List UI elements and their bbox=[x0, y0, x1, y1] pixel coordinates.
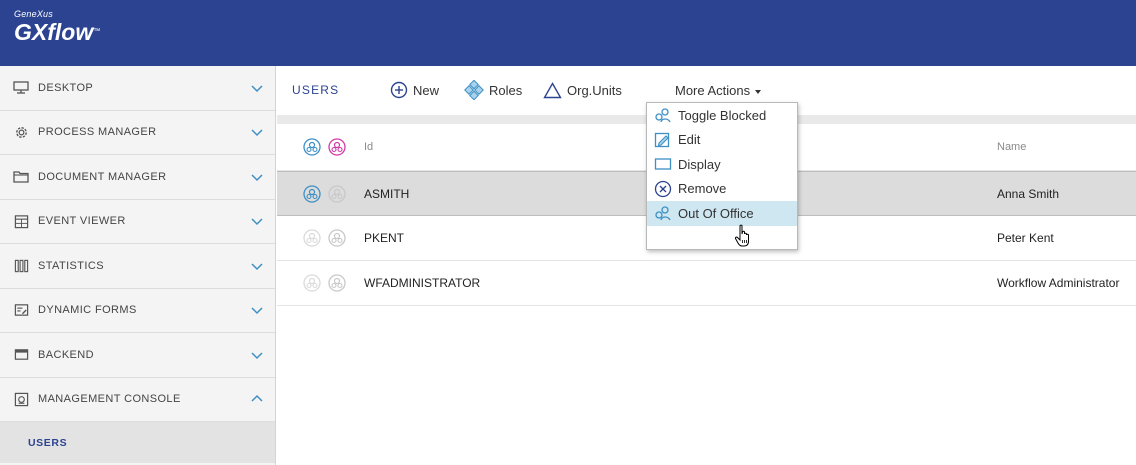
sidebar-item-label: DYNAMIC FORMS bbox=[38, 304, 137, 317]
chevron-down-icon[interactable] bbox=[250, 81, 264, 95]
roles-button-label: Roles bbox=[489, 82, 523, 98]
sidebar-item-management-console[interactable]: MANAGEMENT CONSOLE bbox=[0, 378, 275, 422]
user-blocked-icon bbox=[328, 274, 346, 292]
sidebar-item-label: MANAGEMENT CONSOLE bbox=[38, 393, 181, 406]
user-status-icon[interactable] bbox=[303, 138, 321, 156]
users-icon bbox=[655, 206, 671, 221]
menu-item-edit[interactable]: Edit bbox=[647, 128, 797, 153]
menu-item-toggle-blocked[interactable]: Toggle Blocked bbox=[647, 103, 797, 128]
menu-item-label: Display bbox=[678, 156, 721, 172]
logo-brand-top: GeneXus bbox=[14, 9, 53, 19]
chevron-down-icon[interactable] bbox=[250, 259, 264, 273]
chevron-down-icon[interactable] bbox=[250, 125, 264, 139]
more-actions-dropdown[interactable]: More Actions bbox=[675, 83, 762, 98]
gxflow-logo[interactable]: GeneXus GXflow™ bbox=[14, 9, 100, 45]
new-button[interactable]: New bbox=[390, 78, 439, 102]
sidebar-item-statistics[interactable]: STATISTICS bbox=[0, 244, 275, 289]
cell-id: WFADMINISTRATOR bbox=[364, 276, 481, 290]
cell-id: ASMITH bbox=[364, 186, 410, 201]
sidebar-item-event-viewer[interactable]: EVENT VIEWER bbox=[0, 200, 275, 244]
edit-icon bbox=[654, 132, 670, 147]
folder-icon bbox=[12, 169, 30, 185]
sidebar-subitem-users[interactable]: USERS bbox=[0, 422, 275, 463]
bar-chart-icon bbox=[12, 258, 30, 274]
sidebar-item-label: DOCUMENT MANAGER bbox=[38, 170, 167, 183]
chevron-down-icon[interactable] bbox=[250, 214, 264, 228]
menu-item-label: Edit bbox=[678, 132, 701, 148]
sidebar-item-label: BACKEND bbox=[38, 348, 94, 361]
sidebar-item-desktop[interactable]: DESKTOP bbox=[0, 66, 275, 111]
display-icon bbox=[654, 158, 672, 170]
triangle-icon bbox=[543, 81, 562, 98]
sidebar-item-document-manager[interactable]: DOCUMENT MANAGER bbox=[0, 155, 275, 200]
column-header-name[interactable]: Name bbox=[997, 141, 1026, 153]
roles-button[interactable]: Roles bbox=[464, 78, 522, 102]
remove-icon bbox=[654, 180, 672, 197]
user-blocked-icon bbox=[328, 229, 346, 247]
menu-item-label: Remove bbox=[678, 181, 727, 197]
cell-name: Peter Kent bbox=[997, 231, 1054, 245]
chevron-down-icon[interactable] bbox=[250, 170, 264, 184]
users-icon bbox=[655, 108, 671, 123]
server-icon bbox=[12, 347, 30, 363]
gear-icon bbox=[12, 124, 30, 140]
roles-icon bbox=[464, 80, 484, 100]
menu-item-label: Toggle Blocked bbox=[678, 107, 767, 123]
sidebar-item-label: DESKTOP bbox=[38, 81, 94, 94]
new-button-label: New bbox=[413, 82, 440, 98]
plus-circle-icon bbox=[390, 81, 408, 99]
monitor-icon bbox=[12, 80, 30, 96]
page-title: USERS bbox=[292, 83, 340, 97]
sidebar-item-label: PROCESS MANAGER bbox=[38, 126, 157, 139]
sidebar: DESKTOP PROCESS MANAGER DOCUMENT MANAGER… bbox=[0, 66, 276, 465]
cell-name: Anna Smith bbox=[997, 186, 1060, 201]
cell-name: Workflow Administrator bbox=[997, 276, 1120, 290]
more-actions-menu: Toggle Blocked Edit Display Remove Out O… bbox=[646, 102, 798, 250]
console-icon bbox=[12, 391, 30, 407]
more-actions-label: More Actions bbox=[675, 83, 751, 98]
chevron-down-icon[interactable] bbox=[250, 348, 264, 362]
sidebar-item-label: STATISTICS bbox=[38, 259, 104, 272]
calendar-icon bbox=[12, 213, 30, 229]
sidebar-item-process-manager[interactable]: PROCESS MANAGER bbox=[0, 111, 275, 155]
org-units-button-label: Org.Units bbox=[567, 82, 622, 98]
user-status-icon bbox=[303, 229, 321, 247]
sidebar-item-label: EVENT VIEWER bbox=[38, 215, 126, 228]
logo-brand-main: GXflow™ bbox=[14, 19, 101, 45]
caret-down-icon bbox=[755, 89, 762, 94]
chevron-down-icon[interactable] bbox=[250, 303, 264, 317]
org-units-button[interactable]: Org.Units bbox=[543, 78, 622, 102]
sidebar-item-backend[interactable]: BACKEND bbox=[0, 333, 275, 378]
user-status-icon bbox=[303, 184, 321, 203]
sidebar-item-dynamic-forms[interactable]: DYNAMIC FORMS bbox=[0, 289, 275, 333]
menu-item-remove[interactable]: Remove bbox=[647, 177, 797, 202]
chevron-up-icon[interactable] bbox=[250, 392, 264, 406]
cell-id: PKENT bbox=[364, 231, 405, 245]
user-blocked-icon bbox=[328, 184, 346, 203]
hand-cursor-icon bbox=[734, 224, 749, 247]
user-blocked-icon[interactable] bbox=[328, 138, 346, 156]
table-row[interactable]: WFADMINISTRATOR Workflow Administrator bbox=[277, 261, 1136, 306]
column-header-id[interactable]: Id bbox=[364, 141, 373, 153]
app-header: GeneXus GXflow™ bbox=[0, 0, 1136, 66]
menu-item-label: Out Of Office bbox=[678, 205, 754, 221]
form-icon bbox=[12, 302, 30, 318]
menu-item-display[interactable]: Display bbox=[647, 152, 797, 177]
user-status-icon bbox=[303, 274, 321, 292]
sidebar-subitem-label: USERS bbox=[28, 436, 68, 449]
menu-item-out-of-office[interactable]: Out Of Office bbox=[647, 201, 797, 226]
